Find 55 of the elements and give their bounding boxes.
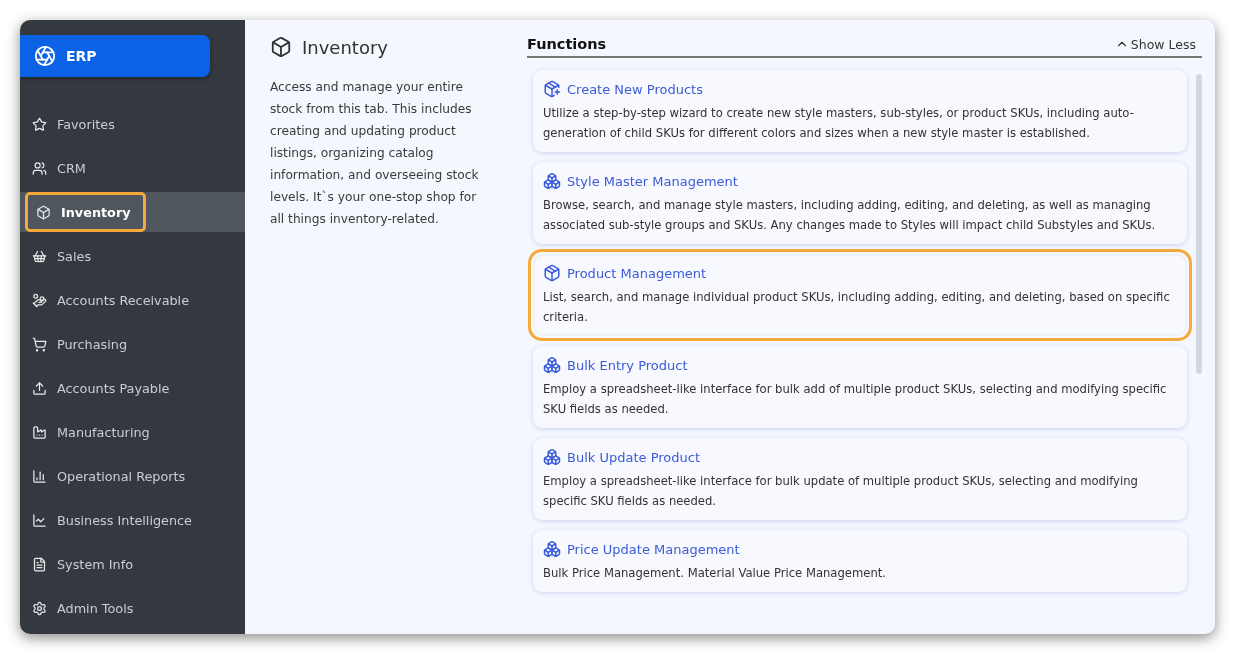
function-card[interactable]: Bulk Update Product Employ a spreadsheet-like interface for bulk update of multiple product SKUs, selecting and modifying specific SKU fields as needed. bbox=[533, 438, 1187, 520]
logo-icon bbox=[34, 45, 56, 67]
function-card[interactable]: Bulk Entry Product Employ a spreadsheet-like interface for bulk add of multiple product SKUs, selecting and modifying specific SKU fields as needed. bbox=[533, 346, 1187, 428]
card-title: Price Update Management bbox=[567, 541, 740, 557]
sidebar-item[interactable]: Favorites bbox=[20, 104, 127, 144]
star-icon bbox=[32, 116, 47, 132]
sidebar-item[interactable]: Accounts Receivable bbox=[20, 280, 202, 320]
module-title: Inventory bbox=[270, 36, 527, 58]
card-title: Bulk Entry Product bbox=[567, 357, 688, 373]
users-icon bbox=[32, 160, 47, 176]
settings-icon bbox=[32, 600, 47, 616]
boxes-icon bbox=[543, 356, 561, 374]
document-icon bbox=[32, 556, 47, 572]
card-description: Employ a spreadsheet-like interface for bulk add of multiple product SKUs, selecting and modifying specific SKU fields as needed. bbox=[543, 381, 1168, 418]
boxes-icon bbox=[543, 540, 561, 558]
sidebar-item[interactable]: Admin Tools bbox=[20, 588, 146, 628]
card-description: Browse, search, and manage style masters, including adding, editing, and deleting, as well as managing associated sub-style groups and SKUs. Any changes made to Styles will impact child Substyles and SKUs. bbox=[543, 197, 1157, 234]
sidebar-item[interactable]: Business Intelligence bbox=[20, 500, 204, 540]
module-description: Access and manage your entire stock from this tab. This includes creating and updating product listings, organizing catalog information, and overseeing stock levels. It`s your one-stop shop for all things inventory-related. bbox=[270, 79, 480, 228]
basket-icon bbox=[32, 248, 47, 264]
erp-logo-button[interactable]: ERP bbox=[20, 35, 210, 77]
factory-icon bbox=[32, 424, 47, 440]
cube-icon bbox=[543, 264, 561, 282]
card-title: Bulk Update Product bbox=[567, 449, 700, 465]
function-card[interactable] bbox=[533, 162, 1187, 244]
card-title: Style Master Management bbox=[567, 173, 738, 189]
bar-chart-icon bbox=[32, 468, 47, 484]
card-title: Create New Products bbox=[567, 81, 703, 97]
sidebar-item[interactable]: Accounts Payable bbox=[20, 368, 182, 408]
function-card[interactable] bbox=[533, 70, 1187, 152]
function-card[interactable]: Price Update Management Bulk Price Management. Material Value Price Management. bbox=[533, 530, 1187, 592]
boxes-icon bbox=[543, 172, 561, 190]
card-description: Utilize a step-by-step wizard to create new style masters, sub-styles, or product SKUs, including auto-generation of child SKUs for different colors and sizes when a new style master is established. bbox=[543, 105, 1135, 142]
card-description: List, search, and manage individual product SKUs, including adding, editing, and deleting, based on specific criteria. bbox=[543, 289, 1171, 326]
coins-icon bbox=[32, 292, 47, 308]
boxes-icon bbox=[543, 448, 561, 466]
sidebar-item[interactable]: Manufacturing bbox=[20, 412, 162, 452]
card-description: Bulk Price Management. Material Value Price Management. bbox=[543, 565, 887, 582]
cube-icon bbox=[36, 204, 51, 220]
show-less-link[interactable]: Show Less bbox=[1114, 36, 1202, 52]
sidebar-item[interactable]: Inventory bbox=[25, 192, 146, 232]
section-title: Functions bbox=[527, 36, 607, 52]
sidebar-item[interactable]: System Info bbox=[20, 544, 145, 584]
card-description: Employ a spreadsheet-like interface for bulk update of multiple product SKUs, selecting and modifying specific SKU fields as needed. bbox=[543, 473, 1139, 510]
sidebar-item[interactable]: Purchasing bbox=[20, 324, 140, 364]
sidebar-item[interactable]: Operational Reports bbox=[20, 456, 198, 496]
upload-icon bbox=[32, 380, 47, 396]
sidebar-item[interactable]: CRM bbox=[20, 148, 98, 188]
line-chart-icon bbox=[32, 512, 47, 528]
card-title: Product Management bbox=[567, 265, 707, 281]
cart-icon bbox=[32, 336, 47, 352]
cube-icon bbox=[270, 36, 292, 58]
box-plus-icon bbox=[543, 80, 561, 98]
sidebar-item[interactable]: Sales bbox=[20, 236, 104, 276]
scrollbar-thumb[interactable] bbox=[1196, 74, 1202, 374]
